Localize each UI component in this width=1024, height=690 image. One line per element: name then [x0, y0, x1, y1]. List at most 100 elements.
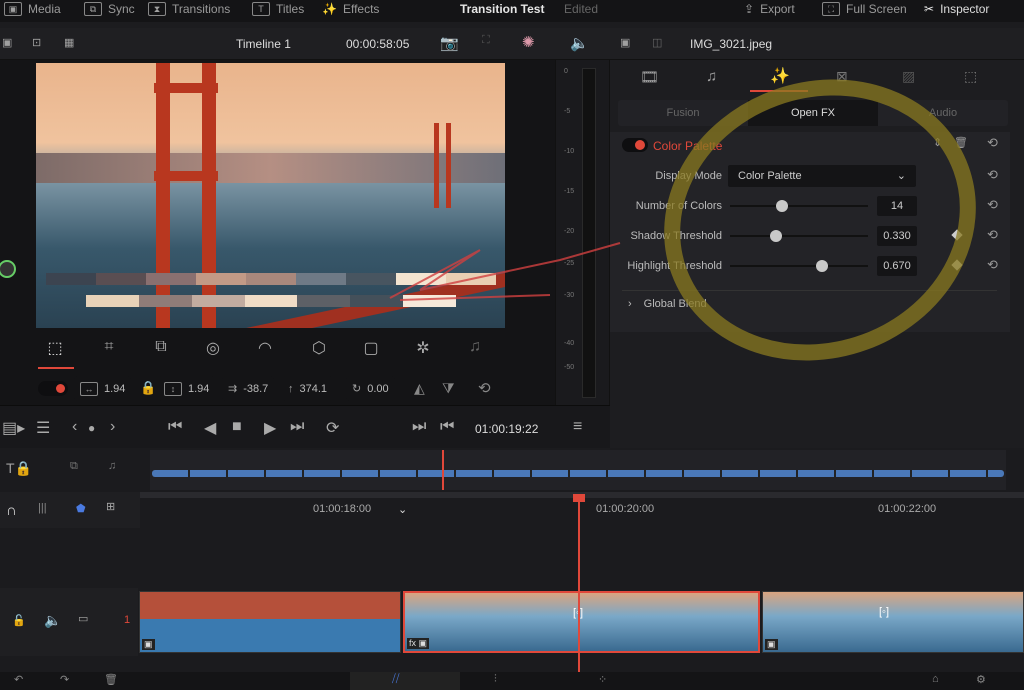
viewer-mode-dual-icon[interactable]: ⊡: [32, 36, 41, 49]
rotation-field[interactable]: ↻ 0.00: [346, 376, 395, 401]
transform-tool-icon[interactable]: ⬚: [44, 338, 66, 360]
reverse-play-icon[interactable]: ◀: [204, 418, 216, 438]
timeline-view-icon[interactable]: ▤▸: [2, 418, 25, 438]
loop-icon[interactable]: ⟳: [326, 418, 339, 438]
prev-marker-icon[interactable]: ‹: [72, 418, 77, 436]
stop-icon[interactable]: ■: [232, 418, 242, 436]
track-lock-icon[interactable]: T🔒: [6, 460, 32, 477]
settings-gear-icon[interactable]: ⚙: [976, 673, 986, 686]
inspector-button[interactable]: ✂ Inspector: [924, 2, 989, 16]
redo-icon[interactable]: ↷: [60, 673, 69, 686]
transform-toggle[interactable]: [38, 381, 68, 396]
retime-icon[interactable]: ✲: [412, 338, 434, 360]
keyframe-diamond-icon[interactable]: [951, 259, 963, 271]
go-to-start-icon[interactable]: ⏮: [168, 418, 182, 436]
transitions-button[interactable]: ⧗ Transitions: [148, 2, 230, 16]
camera-icon[interactable]: 📷: [440, 34, 459, 52]
fairlight-page-icon[interactable]: ⫶: [494, 673, 497, 686]
image-tab-icon[interactable]: ▨: [902, 68, 915, 85]
effect-enable-toggle[interactable]: [622, 138, 648, 152]
media-button[interactable]: ▣ Media: [4, 2, 61, 16]
reset-transform-icon[interactable]: ⟲: [478, 379, 491, 397]
global-blend-section[interactable]: › Global Blend: [628, 298, 707, 310]
home-icon[interactable]: ⌂: [932, 673, 939, 685]
audio-waveform-icon[interactable]: |||: [38, 502, 47, 514]
transition-tab-icon[interactable]: ⊠: [836, 68, 848, 85]
subtab-open-fx[interactable]: Open FX: [748, 100, 878, 126]
viewer-mode-grid-icon[interactable]: ▦: [64, 36, 74, 49]
timeline-clip-1[interactable]: ▣: [139, 591, 401, 653]
file-tab-icon[interactable]: ⬚: [964, 68, 977, 85]
overview-playhead[interactable]: [442, 450, 444, 490]
position-y-field[interactable]: ↑ 374.1: [282, 376, 334, 401]
next-edit-icon[interactable]: ⏭: [412, 418, 426, 436]
track-lock-icon[interactable]: 🔓: [12, 614, 26, 627]
go-to-end-icon[interactable]: ⏭: [290, 418, 304, 436]
delete-icon[interactable]: 🗑: [104, 673, 118, 686]
zoom-x-field[interactable]: ↔ 1.94: [74, 376, 132, 401]
reset-effect-icon[interactable]: ⟲: [987, 135, 998, 151]
video-tab-icon[interactable]: 🎞: [640, 68, 659, 86]
audio-tab-icon[interactable]: ♫: [706, 68, 717, 85]
reset-icon[interactable]: ⟲: [987, 197, 998, 213]
audio-link-icon[interactable]: ♫: [108, 460, 116, 472]
flip-vertical-icon[interactable]: ⧩: [442, 380, 455, 397]
split-view-icon[interactable]: ◫: [652, 36, 662, 49]
effects-button[interactable]: ✨ Effects: [322, 2, 379, 16]
timeline-clip-3[interactable]: ▣ [◦]: [762, 591, 1024, 653]
sync-button[interactable]: ⧉ Sync: [84, 2, 135, 16]
color-page-icon[interactable]: ⁘: [598, 673, 607, 686]
overview-timeline[interactable]: [150, 450, 1006, 490]
reset-icon[interactable]: ⟲: [987, 257, 998, 273]
titles-button[interactable]: T Titles: [252, 2, 304, 16]
effects-tab-icon[interactable]: ✨: [770, 66, 790, 86]
timeline-selector[interactable]: Timeline 1: [236, 37, 291, 51]
sliders-icon[interactable]: ☰: [36, 418, 50, 438]
number-of-colors-slider[interactable]: [730, 200, 868, 212]
shadow-threshold-slider[interactable]: [730, 230, 868, 242]
fullscreen-button[interactable]: ⛶ Full Screen: [822, 2, 907, 16]
speaker-icon[interactable]: 🔈: [570, 34, 589, 52]
edit-page-tab[interactable]: ⧸⧸: [350, 672, 460, 690]
keyframe-diamond-icon[interactable]: [951, 229, 963, 241]
reset-icon[interactable]: ⟲: [987, 167, 998, 183]
reorder-icon[interactable]: ⇕: [933, 136, 942, 149]
crop-tool-icon[interactable]: ⌗: [98, 338, 120, 360]
trash-icon[interactable]: 🗑: [954, 136, 968, 149]
snap-magnet-icon[interactable]: ∩: [6, 502, 17, 519]
timeline-clip-2-selected[interactable]: fx ▣ [◦]: [403, 591, 760, 653]
composite-icon[interactable]: ◎: [202, 338, 224, 360]
reset-icon[interactable]: ⟲: [987, 227, 998, 243]
transition-marker-icon[interactable]: [◦]: [879, 606, 889, 618]
menu-icon[interactable]: ≡: [573, 418, 582, 436]
track-audio-icon[interactable]: 🔈: [44, 612, 61, 629]
lens-correction-icon[interactable]: ▢: [360, 338, 382, 360]
speed-icon[interactable]: ◠: [254, 338, 276, 360]
slider-knob[interactable]: [816, 260, 829, 272]
highlight-threshold-value[interactable]: 0.670: [877, 256, 917, 276]
image-icon[interactable]: ▣: [620, 36, 630, 49]
viewer-mode-single-icon[interactable]: ▣: [2, 36, 12, 49]
prev-edit-icon[interactable]: ⏮: [440, 418, 454, 436]
export-button[interactable]: ⇪ Export: [744, 2, 795, 16]
number-of-colors-value[interactable]: 14: [877, 196, 917, 216]
subtab-audio[interactable]: Audio: [878, 100, 1008, 126]
color-wheel-icon[interactable]: ✺: [522, 33, 535, 51]
zoom-y-field[interactable]: ↕ 1.94: [158, 376, 216, 401]
add-track-icon[interactable]: ⊞: [106, 500, 115, 513]
chevron-down-icon[interactable]: ⌄: [398, 503, 407, 516]
audio-tool-icon[interactable]: ♫: [464, 338, 486, 360]
highlight-threshold-slider[interactable]: [730, 260, 868, 272]
dynamic-zoom-icon[interactable]: ⧉: [150, 338, 172, 360]
lock-icon[interactable]: 🔒: [140, 380, 156, 396]
slider-knob[interactable]: [776, 200, 789, 212]
undo-icon[interactable]: ↶: [14, 673, 23, 686]
playhead[interactable]: [573, 494, 585, 674]
subtab-fusion[interactable]: Fusion: [618, 100, 748, 126]
display-mode-dropdown[interactable]: Color Palette ⌄: [728, 165, 916, 187]
link-clips-icon[interactable]: ⧉: [70, 460, 78, 473]
flip-horizontal-icon[interactable]: ◭: [414, 380, 425, 397]
play-icon[interactable]: ▶: [264, 418, 276, 438]
next-marker-icon[interactable]: ›: [110, 418, 115, 436]
slider-knob[interactable]: [769, 230, 782, 242]
